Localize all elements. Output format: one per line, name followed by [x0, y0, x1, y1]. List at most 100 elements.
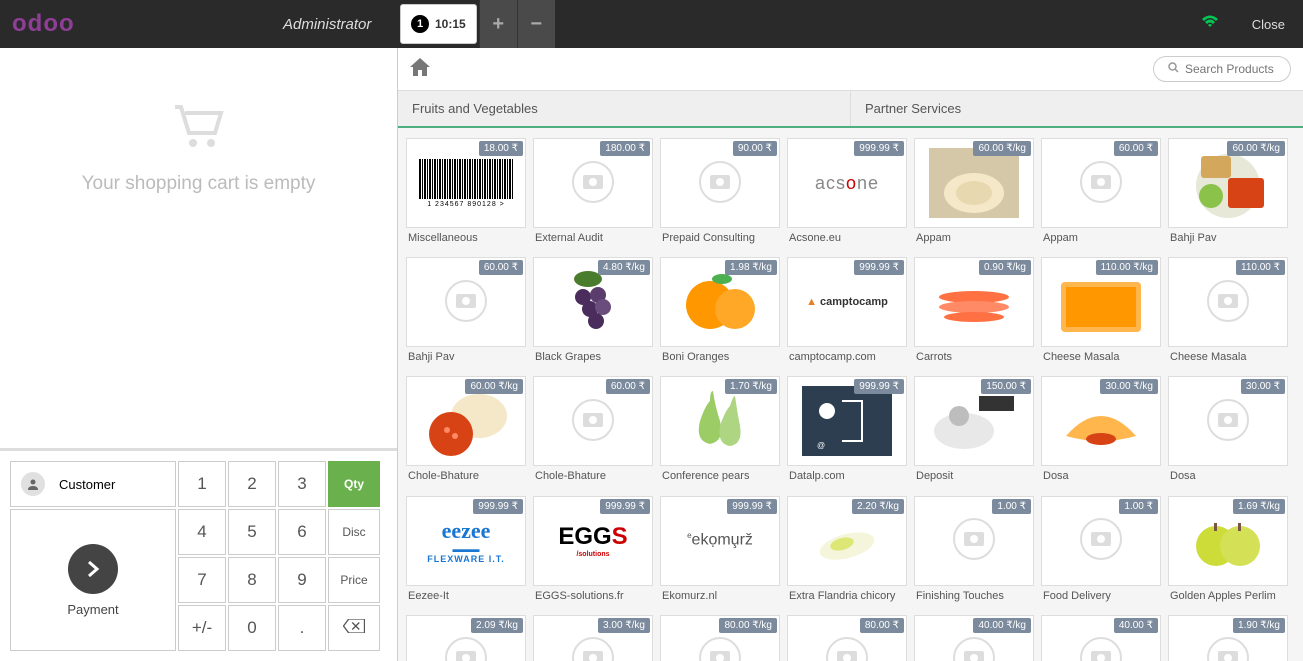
price-tag: 2.09 ₹/kg [471, 618, 523, 633]
price-tag: 1.70 ₹/kg [725, 379, 777, 394]
product-card[interactable]: 2.09 ₹/kg [406, 615, 526, 661]
price-tag: 150.00 ₹ [981, 379, 1031, 394]
numpad-price[interactable]: Price [328, 557, 380, 603]
remove-order-button[interactable]: − [517, 0, 555, 48]
price-tag: 60.00 ₹ [479, 260, 523, 275]
product-card[interactable]: 2.20 ₹/kgExtra Flandria chicory [787, 496, 907, 607]
product-card[interactable]: 1.98 ₹/kgBoni Oranges [660, 257, 780, 368]
product-name: Carrots [914, 347, 1034, 368]
numpad-qty[interactable]: Qty [328, 461, 380, 507]
product-name: Cheese Masala [1041, 347, 1161, 368]
numpad-4[interactable]: 4 [178, 509, 226, 555]
product-card[interactable]: 60.00 ₹/kgAppam [914, 138, 1034, 249]
left-pane: Your shopping cart is empty Customer Pay… [0, 48, 398, 661]
product-card[interactable]: 110.00 ₹/kg Cheese Masala [1041, 257, 1161, 368]
product-name: Appam [1041, 228, 1161, 249]
product-card[interactable]: 60.00 ₹/kg Chole-Bhature [406, 376, 526, 487]
add-order-button[interactable]: + [479, 0, 517, 48]
product-name: Food Delivery [1041, 586, 1161, 607]
product-card[interactable]: 999.99 ₹@Datalp.com [787, 376, 907, 487]
product-name: Acsone.eu [787, 228, 907, 249]
numpad-3[interactable]: 3 [278, 461, 326, 507]
customer-button[interactable]: Customer [10, 461, 176, 507]
product-card[interactable]: 1.70 ₹/kg Conference pears [660, 376, 780, 487]
product-card[interactable]: 60.00 ₹/kgBahji Pav [1168, 138, 1288, 249]
product-name: Chole-Bhature [533, 466, 653, 487]
placeholder-icon [952, 636, 996, 661]
logo-image: @ [802, 386, 892, 456]
numpad-2[interactable]: 2 [228, 461, 276, 507]
product-card[interactable]: 999.99 ₹eekọmu̧ržEkomurz.nl [660, 496, 780, 607]
product-card[interactable]: 80.00 ₹/kg [660, 615, 780, 661]
price-tag: 60.00 ₹/kg [465, 379, 523, 394]
product-card[interactable]: 0.90 ₹/kgCarrots [914, 257, 1034, 368]
numpad-disc[interactable]: Disc [328, 509, 380, 555]
food-image [934, 277, 1014, 327]
product-card[interactable]: 3.00 ₹/kg [533, 615, 653, 661]
product-card[interactable]: 90.00 ₹Prepaid Consulting [660, 138, 780, 249]
numpad-0[interactable]: 0 [228, 605, 276, 651]
product-card[interactable]: 150.00 ₹Deposit [914, 376, 1034, 487]
food-image [812, 516, 882, 566]
price-tag: 40.00 ₹ [1114, 618, 1158, 633]
product-card[interactable]: 30.00 ₹/kgDosa [1041, 376, 1161, 487]
product-card[interactable]: 60.00 ₹Chole-Bhature [533, 376, 653, 487]
close-button[interactable]: Close [1234, 17, 1303, 32]
product-card[interactable]: 40.00 ₹ [1041, 615, 1161, 661]
price-tag: 80.00 ₹/kg [719, 618, 777, 633]
product-card[interactable]: 4.80 ₹/kgBlack Grapes [533, 257, 653, 368]
price-tag: 999.99 ₹ [473, 499, 523, 514]
order-tab-current[interactable]: 1 10:15 [400, 4, 477, 44]
numpad-backspace[interactable] [328, 605, 380, 651]
product-card[interactable]: 60.00 ₹Bahji Pav [406, 257, 526, 368]
product-card[interactable]: 1.69 ₹/kgGolden Apples Perlim [1168, 496, 1288, 607]
product-card[interactable]: 999.99 ₹eezee▬▬▬FLEXWARE I.T.Eezee-It [406, 496, 526, 607]
search-box[interactable] [1153, 56, 1291, 82]
category-1[interactable]: Partner Services [851, 91, 1303, 126]
product-card[interactable]: 1.00 ₹ Food Delivery [1041, 496, 1161, 607]
search-input[interactable] [1185, 62, 1285, 76]
product-card[interactable]: 80.00 ₹ [787, 615, 907, 661]
product-name: Boni Oranges [660, 347, 780, 368]
product-card[interactable]: 18.00 ₹1 234567 890128 >Miscellaneous [406, 138, 526, 249]
numpad-9[interactable]: 9 [278, 557, 326, 603]
numpad-5[interactable]: 5 [228, 509, 276, 555]
product-name: Extra Flandria chicory [787, 586, 907, 607]
payment-button[interactable]: Payment [10, 509, 176, 651]
numpad-8[interactable]: 8 [228, 557, 276, 603]
product-name: Chole-Bhature [406, 466, 526, 487]
username[interactable]: Administrator [283, 16, 371, 33]
product-card[interactable]: 999.99 ₹▲ camptocampcamptocamp.com [787, 257, 907, 368]
numpad-7[interactable]: 7 [178, 557, 226, 603]
placeholder-icon [571, 160, 615, 207]
product-name: Conference pears [660, 466, 780, 487]
product-card[interactable]: 1.00 ₹Finishing Touches [914, 496, 1034, 607]
logo-image: eekọmu̧rž [687, 531, 753, 549]
price-tag: 1.00 ₹ [1119, 499, 1158, 514]
product-card[interactable]: 999.99 ₹EGGS/solutionsEGGS-solutions.fr [533, 496, 653, 607]
product-card[interactable]: 110.00 ₹Cheese Masala [1168, 257, 1288, 368]
category-0[interactable]: Fruits and Vegetables [398, 91, 851, 126]
placeholder-icon [825, 636, 869, 661]
food-image [680, 267, 760, 337]
product-card[interactable]: 999.99 ₹acsoneAcsone.eu [787, 138, 907, 249]
product-card[interactable]: 60.00 ₹Appam [1041, 138, 1161, 249]
product-card[interactable]: 180.00 ₹External Audit [533, 138, 653, 249]
price-tag: 110.00 ₹/kg [1096, 260, 1158, 275]
price-tag: 18.00 ₹ [479, 141, 523, 156]
price-tag: 60.00 ₹/kg [973, 141, 1031, 156]
product-name: Black Grapes [533, 347, 653, 368]
products-grid: 18.00 ₹1 234567 890128 >Miscellaneous180… [406, 138, 1295, 661]
breadcrumb-row [398, 48, 1303, 91]
product-card[interactable]: 40.00 ₹/kg [914, 615, 1034, 661]
numpad-6[interactable]: 6 [278, 509, 326, 555]
numpad-1[interactable]: 1 [178, 461, 226, 507]
product-name: Dosa [1168, 466, 1288, 487]
product-card[interactable]: 30.00 ₹Dosa [1168, 376, 1288, 487]
cart-area: Your shopping cart is empty [0, 48, 397, 448]
home-icon[interactable] [410, 58, 430, 81]
product-card[interactable]: 1.90 ₹/kg [1168, 615, 1288, 661]
numpad-sign[interactable]: +/- [178, 605, 226, 651]
numpad-dot[interactable]: . [278, 605, 326, 651]
products-scroll[interactable]: 18.00 ₹1 234567 890128 >Miscellaneous180… [398, 128, 1303, 661]
